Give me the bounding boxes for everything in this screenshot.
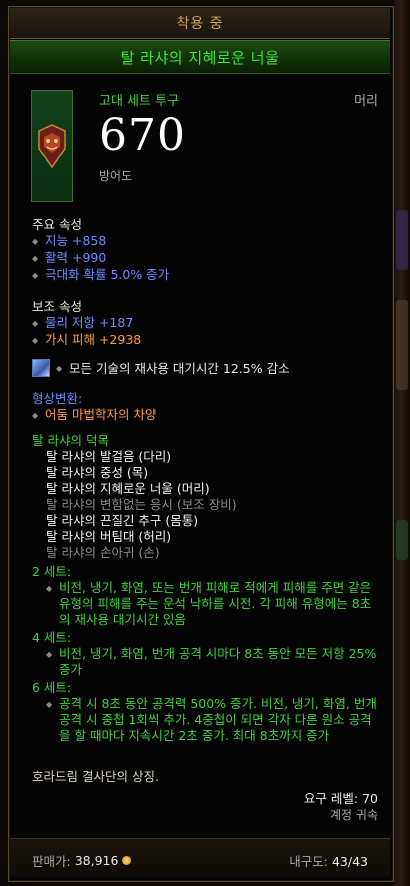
account-bound: 계정 귀속: [330, 808, 378, 822]
stat-line: ◆ 극대화 확률 5.0% 증가: [32, 267, 169, 284]
armor-value: 670: [99, 110, 186, 161]
sell-value: 38,916: [74, 853, 119, 868]
diamond-bullet-icon: ◆: [32, 411, 39, 420]
stat-line: ◆ 가시 피해 +2938: [32, 332, 141, 349]
diamond-bullet-icon: ◆: [32, 237, 39, 246]
stat-line: ◆ 활력 +990: [32, 250, 169, 267]
set-bonus-title: 6 세트:: [32, 680, 72, 695]
set-item: 탈 라샤의 지혜로운 너울 (머리): [46, 481, 210, 496]
set-bonus-title: 4 세트:: [32, 630, 72, 645]
diamond-bullet-icon: ◆: [46, 584, 53, 593]
equipped-header: 착용 중: [10, 8, 390, 39]
set-bonus-line: ◆ 비전, 냉기, 화염, 또는 번개 피해로 적에게 피해를 주면 같은 유형의…: [32, 580, 377, 628]
sell-label: 판매가:: [32, 854, 71, 869]
diamond-bullet-icon: ◆: [32, 254, 39, 263]
stat-text: 물리 저항 +187: [45, 315, 134, 330]
item-slot: 머리: [354, 94, 378, 109]
diamond-bullet-icon: ◆: [46, 700, 53, 709]
diamond-bullet-icon: ◆: [32, 319, 39, 328]
transmog-value: 어둠 마법학자의 차양: [45, 407, 157, 422]
stat-text: 가시 피해 +2938: [45, 332, 142, 347]
item-name: 탈 라샤의 지혜로운 너울: [10, 40, 390, 74]
stat-line: ◆ 물리 저항 +187: [32, 315, 141, 332]
background-deco: [396, 520, 408, 560]
transmog-line: ◆ 어둠 마법학자의 차양: [32, 407, 156, 424]
level-requirement: 요구 레벨: 70: [303, 791, 378, 806]
item-type: 고대 세트 투구: [99, 94, 180, 109]
set-item: 탈 라샤의 버팀대 (허리): [46, 529, 172, 544]
set-bonus-6: 6 세트: ◆ 공격 시 8초 동안 공격력 500% 증가. 비전, 냉기, 화…: [32, 680, 377, 744]
set-item: 탈 라샤의 중성 (목): [46, 465, 149, 480]
set-bonus-4: 4 세트: ◆ 비전, 냉기, 화염, 번개 공격 시마다 8초 동안 모든 저항…: [32, 630, 377, 678]
gold-coin-icon: [122, 856, 132, 865]
set-name: 탈 라샤의 덕목: [32, 433, 109, 448]
diamond-bullet-icon: ◆: [56, 363, 63, 373]
set-bonus-line: ◆ 공격 시 8초 동안 공격력 500% 증가. 비전, 냉기, 화염, 번개 …: [32, 696, 377, 744]
durability-label: 내구도:: [289, 854, 328, 869]
transmog-section: 형상변환: ◆ 어둠 마법학자의 차양: [32, 390, 156, 424]
diamond-bullet-icon: ◆: [32, 336, 39, 345]
set-bonus-title: 2 세트:: [32, 564, 72, 579]
set-item: 탈 라샤의 끈질긴 추구 (몸통): [46, 513, 199, 528]
gem-icon: [32, 358, 50, 377]
stat-line: ◆ 지능 +858: [32, 233, 169, 250]
sell-price: 판매가: 38,916: [32, 851, 132, 870]
set-bonus-text: 비전, 냉기, 화염, 또는 번개 피해로 적에게 피해를 주면 같은 유형의 …: [59, 580, 372, 627]
set-bonus-text: 비전, 냉기, 화염, 번개 공격 시마다 8초 동안 모든 저항 25% 증가: [59, 646, 377, 677]
diamond-bullet-icon: ◆: [32, 271, 39, 280]
secondary-attributes: 보조 속성 ◆ 물리 저항 +187 ◆ 가시 피해 +2938: [32, 298, 141, 349]
armor-label: 방어도: [99, 169, 133, 183]
durability-value: 43/43: [331, 854, 368, 869]
set-bonus-line: ◆ 비전, 냉기, 화염, 번개 공격 시마다 8초 동안 모든 저항 25% 증…: [32, 646, 377, 678]
set-bonus-2: 2 세트: ◆ 비전, 냉기, 화염, 또는 번개 피해로 적에게 피해를 주면 …: [32, 564, 377, 628]
set-item-missing: 탈 라샤의 손아귀 (손): [46, 545, 160, 560]
background-edge: [394, 0, 410, 886]
transmog-title: 형상변환:: [32, 391, 83, 406]
set-section: 탈 라샤의 덕목 탈 라샤의 발걸음 (다리) 탈 라샤의 중성 (목) 탈 라…: [32, 432, 377, 561]
flavor-text: 호라드림 결사단의 상징.: [32, 769, 159, 784]
socket-text: 모든 기술의 재사용 대기시간 12.5% 감소: [69, 361, 290, 376]
stat-text: 극대화 확률 5.0% 증가: [45, 267, 170, 282]
background-deco: [396, 300, 408, 390]
set-item: 탈 라샤의 발걸음 (다리): [46, 449, 172, 464]
stat-text: 지능 +858: [45, 233, 107, 248]
background-deco: [396, 210, 408, 270]
tooltip-footer: 판매가: 38,916 내구도: 43/43: [10, 838, 390, 877]
durability: 내구도: 43/43: [289, 851, 368, 870]
item-icon-slot: [31, 90, 73, 202]
stat-text: 활력 +990: [45, 250, 107, 265]
primary-attributes: 주요 속성 ◆ 지능 +858 ◆ 활력 +990 ◆ 극대화 확률 5.0% 증가: [32, 216, 169, 284]
socket-row: ◆ 모든 기술의 재사용 대기시간 12.5% 감소: [32, 358, 290, 377]
primary-title: 주요 속성: [32, 217, 82, 232]
helm-icon: [38, 124, 66, 169]
diamond-bullet-icon: ◆: [46, 650, 53, 659]
set-bonus-text: 공격 시 8초 동안 공격력 500% 증가. 비전, 냉기, 화염, 번개 공…: [59, 696, 377, 743]
set-item-missing: 탈 라샤의 변함없는 응시 (보조 장비): [46, 497, 237, 512]
secondary-title: 보조 속성: [32, 299, 82, 314]
